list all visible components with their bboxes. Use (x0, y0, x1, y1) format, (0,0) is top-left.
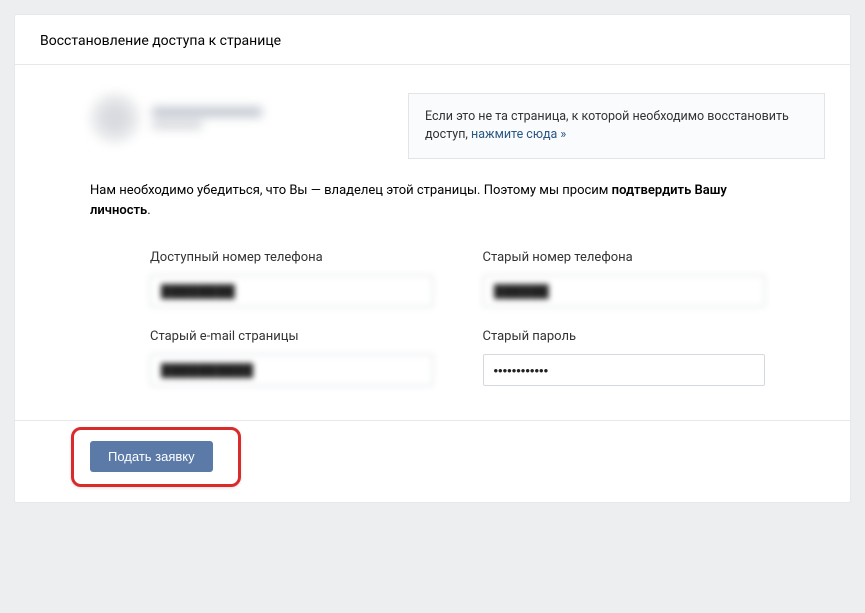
field-old-password: Старый пароль (483, 329, 766, 386)
intro-part2: . (147, 203, 150, 218)
profile-info (152, 107, 262, 129)
label-old-password: Старый пароль (483, 329, 766, 344)
label-old-email: Старый e-mail страницы (150, 329, 433, 344)
input-old-phone[interactable] (483, 275, 766, 307)
profile-preview (90, 93, 390, 143)
submit-button[interactable]: Подать заявку (90, 441, 213, 472)
wrong-page-link[interactable]: нажмите сюда » (471, 127, 566, 142)
label-old-phone: Старый номер телефона (483, 250, 766, 265)
card-footer: Подать заявку (15, 420, 850, 502)
profile-sub-placeholder (152, 121, 202, 129)
profile-name-placeholder (152, 107, 262, 117)
wrong-page-notice: Если это не та страница, к которой необх… (408, 93, 825, 159)
input-available-phone[interactable] (150, 275, 433, 307)
field-old-phone: Старый номер телефона (483, 250, 766, 307)
label-available-phone: Доступный номер телефона (150, 250, 433, 265)
page-title: Восстановление доступа к странице (15, 15, 850, 65)
input-old-password[interactable] (483, 354, 766, 386)
intro-text: Нам необходимо убедиться, что Вы — владе… (40, 181, 825, 220)
top-row: Если это не та страница, к которой необх… (40, 93, 825, 159)
card-body: Если это не та страница, к которой необх… (15, 65, 850, 420)
form-grid: Доступный номер телефона Старый номер те… (40, 250, 825, 420)
restore-access-card: Восстановление доступа к странице Если э… (14, 14, 851, 503)
intro-part1: Нам необходимо убедиться, что Вы — владе… (90, 183, 612, 198)
field-available-phone: Доступный номер телефона (150, 250, 433, 307)
avatar (90, 93, 140, 143)
input-old-email[interactable] (150, 354, 433, 386)
field-old-email: Старый e-mail страницы (150, 329, 433, 386)
